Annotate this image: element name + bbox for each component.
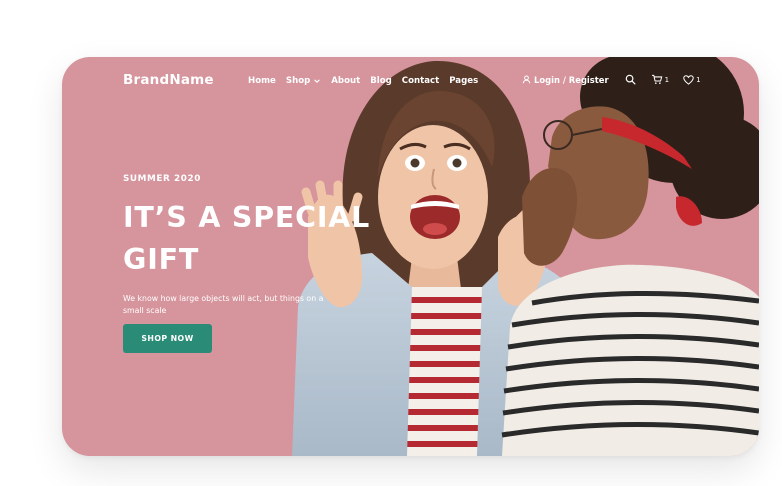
wishlist-count: 1 bbox=[696, 75, 701, 84]
login-register-label: Login / Register bbox=[534, 74, 609, 85]
nav-about-label: About bbox=[331, 76, 361, 86]
cart-button[interactable]: 1 bbox=[651, 74, 669, 85]
hero-eyebrow: SUMMER 2020 bbox=[123, 174, 201, 184]
user-actions: Login / Register 1 1 bbox=[522, 74, 701, 85]
nav-shop-label: Shop bbox=[285, 76, 311, 86]
heart-icon bbox=[683, 74, 694, 85]
hero-content: SUMMER 2020 IT’S A SPECIAL GIFT We know … bbox=[123, 174, 373, 317]
nav-home-label: Home bbox=[248, 76, 276, 86]
nav-blog[interactable]: Blog bbox=[370, 76, 392, 86]
nav-about[interactable]: About bbox=[331, 76, 360, 86]
hero-description: We know how large objects will act, but … bbox=[123, 294, 324, 315]
hero-title: IT’S A SPECIAL GIFT bbox=[123, 197, 383, 281]
cart-count: 1 bbox=[664, 75, 670, 84]
login-register-link[interactable]: Login / Register bbox=[522, 75, 609, 85]
nav-shop[interactable]: Shop bbox=[286, 76, 321, 86]
navbar: BrandName Home Shop About Blog Contact P… bbox=[62, 57, 759, 105]
shop-now-button[interactable]: SHOP NOW bbox=[123, 324, 212, 353]
wishlist-button[interactable]: 1 bbox=[683, 74, 701, 85]
nav-home[interactable]: Home bbox=[248, 76, 276, 86]
main-menu: Home Shop About Blog Contact Pages bbox=[248, 76, 478, 86]
nav-pages[interactable]: Pages bbox=[449, 76, 478, 86]
hero-card: BrandName Home Shop About Blog Contact P… bbox=[62, 57, 759, 456]
chevron-down-icon bbox=[314, 79, 321, 83]
nav-pages-label: Pages bbox=[449, 76, 479, 86]
nav-contact[interactable]: Contact bbox=[402, 76, 439, 86]
cart-icon bbox=[651, 74, 662, 84]
nav-contact-label: Contact bbox=[401, 76, 440, 86]
hero-title-line-2: GIFT bbox=[123, 243, 200, 276]
hero-title-line-1: IT’S A SPECIAL bbox=[123, 201, 371, 234]
nav-blog-label: Blog bbox=[370, 76, 392, 86]
user-icon bbox=[522, 75, 531, 84]
brand-logo[interactable]: BrandName bbox=[123, 72, 214, 88]
search-icon[interactable] bbox=[625, 74, 636, 85]
